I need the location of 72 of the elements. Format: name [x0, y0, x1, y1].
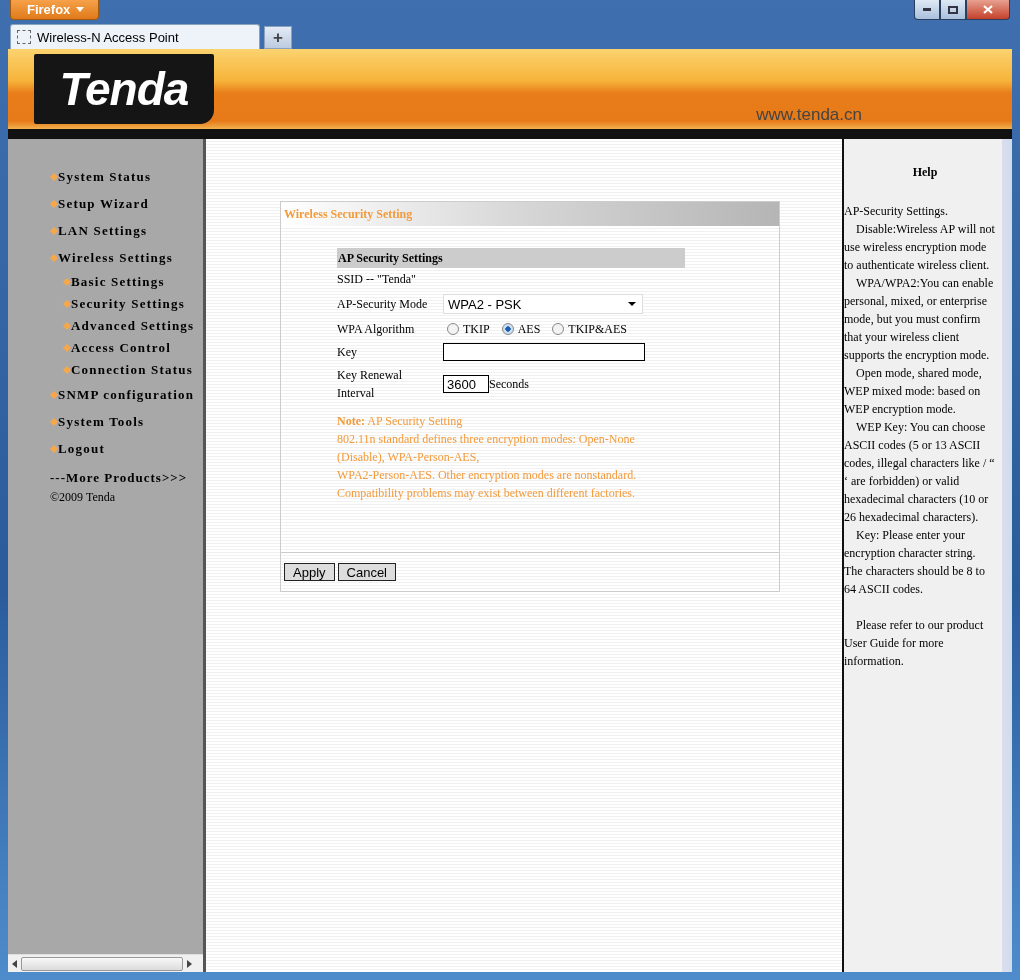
field-label: WPA Algorithm — [337, 321, 416, 338]
help-paragraph: Disable:Wireless AP will not use wireless encryption mode to authenticate wireless client. — [844, 221, 996, 274]
bullet-icon — [63, 322, 71, 330]
form-button[interactable]: Apply — [284, 563, 335, 581]
section-heading: AP Security Settings — [337, 248, 685, 268]
menu-link[interactable]: System Tools — [50, 408, 203, 435]
algorithm-radio[interactable]: AES — [501, 321, 541, 337]
website-url: www.tenda.cn — [756, 105, 862, 125]
help-paragraph: Key: Please enter your encryption character string. The characters should be 8 to 64 ASCII codes. — [844, 527, 986, 598]
minimize-icon — [923, 8, 931, 11]
maximize-icon — [948, 5, 958, 14]
menu-link[interactable]: Setup Wizard — [50, 190, 203, 217]
left-arrow-icon — [12, 959, 17, 968]
caret-icon — [628, 302, 636, 306]
note-text: WPA2-Person-AES. Other encryption modes are nonstandard. — [337, 467, 638, 484]
submenu-link[interactable]: Basic Settings — [63, 271, 203, 293]
maximize-button[interactable] — [940, 0, 966, 20]
interval-input[interactable]: 3600 — [443, 375, 489, 393]
bullet-icon — [50, 226, 58, 235]
field-label: AP-Security Mode — [337, 296, 429, 313]
submenu-link[interactable]: Connection Status — [63, 359, 203, 381]
page-icon — [17, 30, 31, 44]
browser-tab[interactable]: Wireless-N Access Point — [10, 24, 260, 49]
help-title: Help — [911, 165, 939, 180]
note-text: Note: AP Security Setting — [337, 413, 464, 430]
field-label: Key — [337, 344, 358, 361]
menu-link[interactable]: Wireless Settings — [50, 244, 203, 271]
note-text: Compatibility problems may exist between different factories. — [337, 485, 637, 502]
bullet-icon — [50, 390, 58, 399]
horizontal-scrollbar[interactable] — [8, 954, 203, 972]
right-arrow-icon — [187, 959, 192, 968]
brand-logo: Tenda — [34, 54, 214, 124]
field-label: Key Renewal Interval — [337, 367, 403, 402]
menu-link[interactable]: Logout — [50, 435, 203, 462]
minimize-button[interactable] — [914, 0, 940, 20]
bullet-icon — [50, 444, 58, 453]
help-paragraph: WPA/WPA2:You can enable personal, mixed, or enterprise mode, but you must confirm that your wireless client supports the encryption mode. — [844, 275, 995, 364]
close-button[interactable] — [966, 0, 1010, 20]
key-input[interactable] — [443, 343, 645, 361]
menu-link[interactable]: System Status — [50, 163, 203, 190]
submenu-link[interactable]: Security Settings — [63, 293, 203, 315]
submenu-link[interactable]: Access Control — [63, 337, 203, 359]
ssid-text: SSID -- "Tenda" — [337, 271, 416, 287]
caret-icon — [76, 7, 85, 12]
help-heading: AP-Security Settings. — [844, 203, 949, 220]
bullet-icon — [63, 344, 71, 352]
help-paragraph: Please refer to our product User Guide for more information. — [844, 617, 985, 670]
security-mode-dropdown[interactable]: WPA2 - PSK — [443, 294, 643, 314]
bullet-icon — [63, 300, 71, 308]
bullet-icon — [50, 172, 58, 181]
submenu-link[interactable]: Advanced Settings — [63, 315, 203, 337]
algorithm-radio[interactable]: TKIP&AES — [552, 321, 627, 337]
form-button[interactable]: Cancel — [337, 563, 396, 581]
help-paragraph: WEP Key: You can choose ASCII codes (5 or 13 ASCII codes, illegal characters like / “ ‘ are forbidden) or valid hexadecimal characters (10 or 26 hexadecimal characters). — [844, 419, 996, 526]
bullet-icon — [50, 417, 58, 426]
vertical-scrollbar[interactable] — [1002, 139, 1012, 972]
copyright-text: ©2009 Tenda — [50, 490, 117, 505]
note-text: 802.11n standard defines three encryption modes: Open-None (Disable), WPA-Person-AES, — [337, 431, 636, 466]
menu-link[interactable]: SNMP configuration — [50, 381, 203, 408]
unit-text: Seconds — [489, 376, 529, 392]
bullet-icon — [50, 253, 58, 262]
menu-link[interactable]: LAN Settings — [50, 217, 203, 244]
panel-title: Wireless Security Setting — [281, 202, 779, 226]
algorithm-radio[interactable]: TKIP — [447, 321, 490, 337]
help-paragraph: Open mode, shared mode, WEP mixed mode: based on WEP encryption mode. — [844, 365, 983, 418]
bullet-icon — [50, 199, 58, 208]
tab-title: Wireless-N Access Point — [37, 29, 179, 45]
bullet-icon — [63, 366, 71, 374]
new-tab-button[interactable]: + — [264, 26, 292, 49]
more-products-link[interactable]: ---More Products>>> — [50, 470, 203, 486]
bullet-icon — [63, 278, 71, 286]
close-icon — [983, 5, 993, 14]
